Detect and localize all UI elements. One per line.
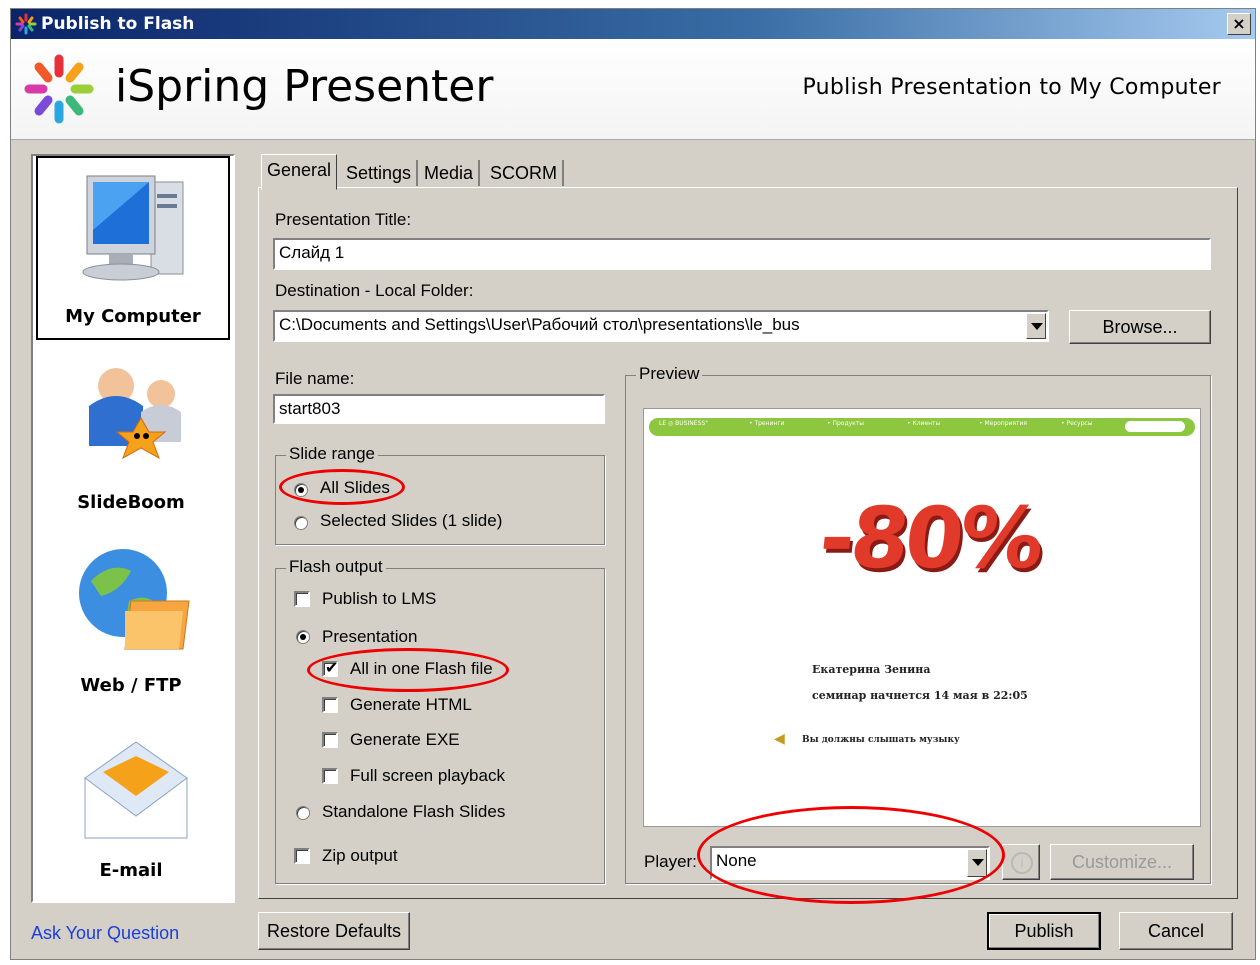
tab-settings[interactable]: Settings (341, 160, 419, 186)
ispring-logo-icon (24, 54, 94, 124)
selected-slides-radio[interactable] (294, 516, 308, 530)
nav-item-web-ftp[interactable]: Web / FTP (36, 531, 226, 711)
chevron-down-icon[interactable] (1026, 313, 1046, 339)
player-label: Player: (644, 852, 697, 871)
title-bar: Publish to Flash × (11, 9, 1255, 39)
publish-button[interactable]: Publish (987, 912, 1101, 950)
standalone-radio[interactable] (296, 806, 310, 820)
general-panel: Presentation Title: Слайд 1 Destination … (258, 187, 1238, 904)
globe-folder-icon (79, 549, 190, 650)
computer-icon (82, 175, 184, 281)
standalone-label[interactable]: Standalone Flash Slides (322, 802, 505, 822)
full-screen-label[interactable]: Full screen playback (350, 766, 505, 786)
destination-combo[interactable]: C:\Documents and Settings\User\Рабочий с… (273, 310, 1049, 342)
zip-output-label[interactable]: Zip output (322, 846, 398, 866)
nav-label: Web / FTP (80, 675, 182, 696)
restore-defaults-button[interactable]: Restore Defaults (258, 912, 410, 950)
nav-label: SlideBoom (77, 492, 185, 513)
annotation-all-slides (279, 469, 405, 505)
customize-button[interactable]: Customize... (1050, 844, 1194, 880)
slide-nav-item: • Тренинги (749, 420, 785, 427)
tab-media[interactable]: Media (419, 160, 481, 186)
ask-question-link[interactable]: Ask Your Question (31, 923, 179, 944)
slide-nav-item: • Продукты (827, 420, 864, 427)
header-banner: iSpring Presenter Publish Presentation t… (11, 39, 1255, 140)
slide-search-box (1125, 421, 1185, 432)
slide-nav-item: • Мероприятия (979, 420, 1028, 427)
presentation-label[interactable]: Presentation (322, 627, 417, 647)
header-subtitle: Publish Presentation to My Computer (802, 75, 1221, 100)
slide-nav-item: LE ◎ BUSINESS° (659, 420, 709, 427)
presentation-radio[interactable] (296, 630, 310, 644)
cancel-button[interactable]: Cancel (1119, 912, 1233, 950)
close-button[interactable]: × (1227, 13, 1251, 35)
nav-item-my-computer[interactable]: My Computer (36, 156, 230, 340)
slide-nav-item: • Ресурсы (1061, 420, 1093, 427)
generate-exe-label[interactable]: Generate EXE (350, 730, 460, 750)
author-text: Екатерина Зенина (812, 663, 931, 676)
annotation-player (697, 806, 1005, 904)
flash-output-group: Flash output Publish to LMS Presentation… (275, 557, 605, 884)
envelope-icon (84, 741, 188, 839)
generate-html-checkbox[interactable] (322, 697, 338, 713)
publish-dialog: Publish to Flash × iSpring Presenter Pub… (10, 8, 1256, 960)
preview-group: Preview LE ◎ BUSINESS° • Тренинги • Прод… (625, 364, 1211, 884)
brand-title: iSpring Presenter (115, 61, 494, 112)
nav-item-email[interactable]: E-mail (36, 716, 226, 896)
music-text: Вы должны слышать музыку (802, 735, 960, 745)
destination-label: Destination - Local Folder: (275, 281, 474, 300)
preview-legend: Preview (636, 364, 703, 384)
generate-exe-checkbox[interactable] (322, 732, 338, 748)
slideboom-icon (89, 368, 181, 460)
ispring-small-icon (15, 13, 37, 35)
slide-nav-item: • Клиенты (907, 420, 941, 427)
slide-nav-bar: LE ◎ BUSINESS° • Тренинги • Продукты • К… (649, 418, 1195, 436)
publish-lms-checkbox[interactable] (294, 591, 310, 607)
filename-input[interactable]: start803 (273, 394, 605, 424)
browse-button[interactable]: Browse... (1069, 310, 1211, 344)
filename-label: File name: (275, 369, 355, 388)
slide-preview: LE ◎ BUSINESS° • Тренинги • Продукты • К… (643, 408, 1201, 827)
zip-output-checkbox[interactable] (294, 848, 310, 864)
slide-range-legend: Slide range (286, 444, 379, 464)
info-icon: i (1011, 852, 1033, 874)
generate-html-label[interactable]: Generate HTML (350, 695, 472, 715)
tab-general[interactable]: General (261, 154, 338, 190)
info-button[interactable]: i (1002, 844, 1040, 880)
speaker-icon: ◀ (774, 731, 785, 747)
presentation-title-input[interactable]: Слайд 1 (273, 238, 1211, 270)
discount-text: -80% (814, 489, 1046, 587)
window-title: Publish to Flash (41, 14, 195, 34)
nav-item-slideboom[interactable]: SlideBoom (36, 346, 226, 526)
full-screen-checkbox[interactable] (322, 768, 338, 784)
destination-nav: My Computer SlideBoom Web / FTP E-mail (31, 154, 235, 903)
publish-lms-label[interactable]: Publish to LMS (322, 589, 436, 609)
destination-value: C:\Documents and Settings\User\Рабочий с… (279, 315, 800, 334)
annotation-all-in-one (307, 648, 509, 692)
seminar-text: семинар начнется 14 мая в 22:05 (812, 689, 1028, 702)
tab-scorm[interactable]: SCORM (485, 160, 564, 186)
nav-label: E-mail (99, 860, 163, 881)
selected-slides-label[interactable]: Selected Slides (1 slide) (320, 511, 502, 531)
nav-label: My Computer (65, 306, 201, 327)
title-label: Presentation Title: (275, 210, 412, 229)
flash-output-legend: Flash output (286, 557, 386, 577)
